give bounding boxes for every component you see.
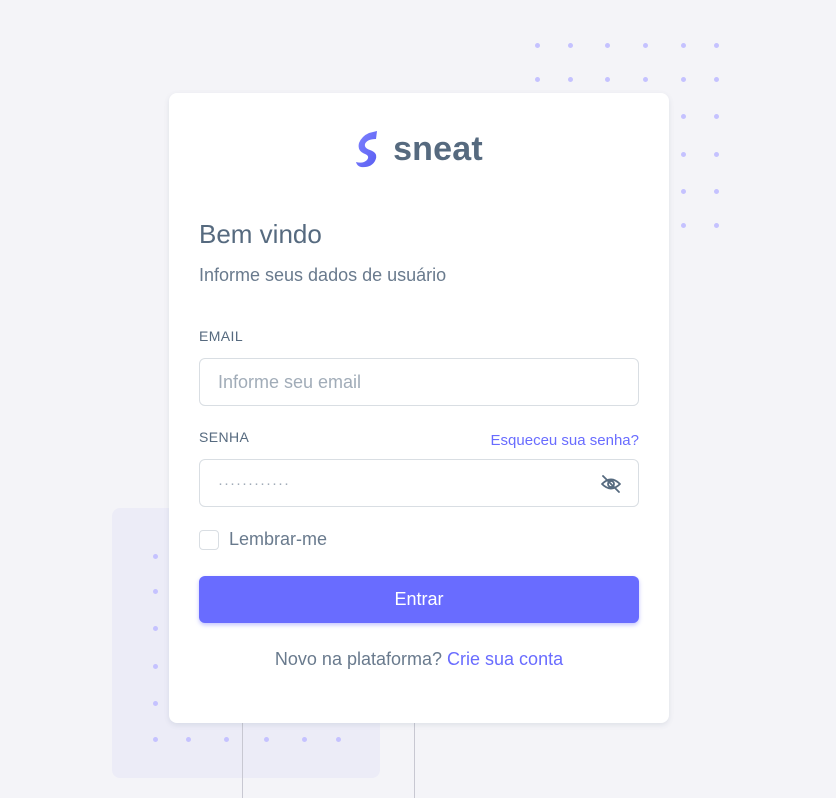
- decorative-dot: [681, 223, 686, 228]
- decorative-dot: [153, 737, 158, 742]
- email-field[interactable]: [199, 358, 639, 406]
- password-field[interactable]: [199, 459, 639, 507]
- decorative-dot: [568, 43, 573, 48]
- forgot-password-link[interactable]: Esqueceu sua senha?: [491, 432, 639, 449]
- decorative-dot: [336, 737, 341, 742]
- create-account-link[interactable]: Crie sua conta: [447, 649, 563, 669]
- decorative-dot: [714, 189, 719, 194]
- page-title: Bem vindo: [199, 219, 322, 249]
- decorative-dot: [714, 152, 719, 157]
- decorative-dot: [681, 152, 686, 157]
- remember-me-checkbox[interactable]: [199, 529, 219, 550]
- decorative-dot: [681, 43, 686, 48]
- password-label: SENHA: [199, 429, 250, 445]
- decorative-dot: [714, 43, 719, 48]
- decorative-dot: [681, 189, 686, 194]
- decorative-dot: [535, 43, 540, 48]
- remember-me-row: Lembrar-me: [199, 529, 327, 550]
- decorative-dot: [186, 737, 191, 742]
- decorative-dot: [568, 77, 573, 82]
- decorative-dot: [153, 589, 158, 594]
- brand-name: sneat: [393, 129, 483, 168]
- email-label: EMAIL: [199, 328, 244, 344]
- background-line: [414, 723, 415, 798]
- decorative-dot: [264, 737, 269, 742]
- decorative-dot: [605, 43, 610, 48]
- decorative-dot: [605, 77, 610, 82]
- background-line: [242, 723, 243, 798]
- sneat-logo-icon: [356, 131, 378, 168]
- decorative-dot: [714, 223, 719, 228]
- decorative-dot: [153, 626, 158, 631]
- decorative-dot: [681, 77, 686, 82]
- decorative-dot: [153, 664, 158, 669]
- decorative-dot: [643, 77, 648, 82]
- login-button[interactable]: Entrar: [199, 576, 639, 623]
- brand: sneat: [169, 129, 669, 169]
- remember-me-label[interactable]: Lembrar-me: [229, 529, 327, 550]
- eye-off-icon[interactable]: [599, 472, 623, 496]
- login-card: sneat Bem vindo Informe seus dados de us…: [169, 93, 669, 723]
- decorative-dot: [681, 114, 686, 119]
- decorative-dot: [714, 114, 719, 119]
- decorative-dot: [302, 737, 307, 742]
- page-subtitle: Informe seus dados de usuário: [199, 265, 447, 285]
- signup-text: Novo na plataforma?: [274, 649, 443, 669]
- decorative-dot: [535, 77, 540, 82]
- decorative-dot: [714, 77, 719, 82]
- decorative-dot: [224, 737, 229, 742]
- decorative-dot: [153, 554, 158, 559]
- decorative-dot: [153, 701, 158, 706]
- decorative-dot: [643, 43, 648, 48]
- signup-prompt: Novo na plataforma? Crie sua conta: [169, 649, 669, 670]
